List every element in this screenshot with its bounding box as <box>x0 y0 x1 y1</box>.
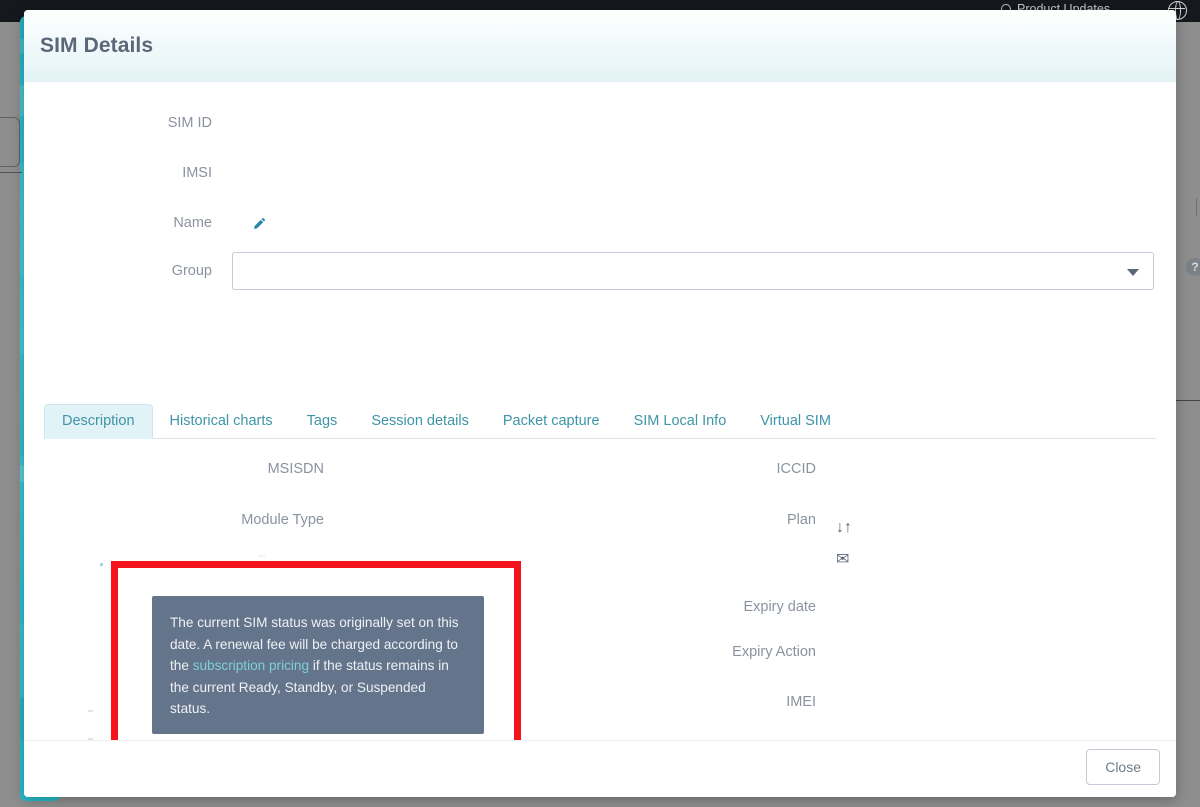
background-divider <box>0 172 22 173</box>
decorative-mark <box>100 563 103 566</box>
detail-row-plan: Plan <box>576 512 838 528</box>
label-msisdn: MSISDN <box>84 461 324 477</box>
pencil-icon[interactable] <box>252 216 267 231</box>
tab-session-details[interactable]: Session details <box>354 405 486 438</box>
value-name <box>232 216 1176 231</box>
detail-row-expiry-date: Expiry date <box>576 599 838 615</box>
tab-tags[interactable]: Tags <box>290 405 355 438</box>
page-title: SIM Details <box>40 34 153 58</box>
help-icon[interactable]: ? <box>1186 258 1200 276</box>
label-iccid: ICCID <box>576 461 816 477</box>
plan-icon-group: ↓↑ ✉ <box>836 519 852 569</box>
label-expiry-action: Expiry Action <box>576 644 816 660</box>
detail-row-msisdn: MSISDN <box>84 461 346 477</box>
modal-header: SIM Details <box>24 10 1176 82</box>
tab-sim-local-info[interactable]: SIM Local Info <box>617 405 744 438</box>
form-row-group: Group <box>24 240 1176 302</box>
close-button[interactable]: Close <box>1086 749 1160 785</box>
tab-historical-charts[interactable]: Historical charts <box>153 405 290 438</box>
renew-fee-tooltip: The current SIM status was originally se… <box>152 596 484 734</box>
chevron-down-icon <box>1127 269 1139 276</box>
decorative-mark <box>258 555 265 557</box>
detail-row-module-type: Module Type <box>84 512 346 528</box>
sms-envelope-icon[interactable]: ✉ <box>836 549 852 569</box>
label-module-type: Module Type <box>84 512 324 528</box>
label-name: Name <box>24 215 212 231</box>
modal-body: SIM ID IMSI Name Group <box>24 82 1176 742</box>
tab-bar: Description Historical charts Tags Sessi… <box>44 402 1156 439</box>
detail-row-iccid: ICCID <box>576 461 838 477</box>
form-row-imsi: IMSI <box>24 148 1176 198</box>
tab-virtual-sim[interactable]: Virtual SIM <box>743 405 848 438</box>
background-panel-widget <box>0 117 20 167</box>
tab-description[interactable]: Description <box>44 404 153 439</box>
label-expiry-date: Expiry date <box>576 599 816 615</box>
label-sim-id: SIM ID <box>24 115 212 131</box>
detail-row-expiry-action: Expiry Action <box>576 644 838 660</box>
decorative-mark <box>88 710 93 712</box>
data-transfer-icon[interactable]: ↓↑ <box>836 519 852 537</box>
label-imei: IMEI <box>576 694 816 710</box>
tab-packet-capture[interactable]: Packet capture <box>486 405 617 438</box>
label-imsi: IMSI <box>24 165 212 181</box>
label-group: Group <box>24 263 212 279</box>
detail-row-imei: IMEI <box>576 694 838 710</box>
subscription-pricing-link[interactable]: subscription pricing <box>193 658 309 673</box>
label-plan: Plan <box>576 512 816 528</box>
sim-details-modal: SIM Details SIM ID IMSI Name Group <box>24 10 1176 797</box>
background-marker <box>1196 198 1197 216</box>
form-row-sim-id: SIM ID <box>24 98 1176 148</box>
modal-footer: Close <box>24 740 1176 797</box>
group-select[interactable] <box>232 252 1154 290</box>
